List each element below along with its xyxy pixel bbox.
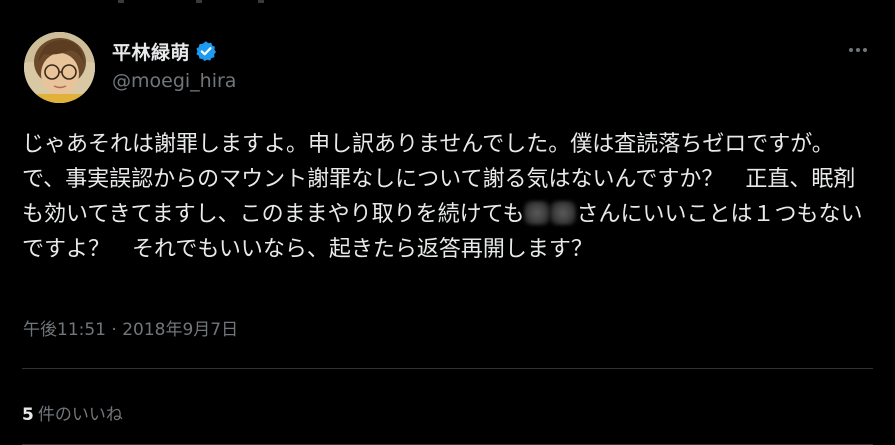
name-row: 平林緑萌 — [112, 38, 236, 64]
author-block: 平林緑萌 @moegi_hira — [112, 38, 236, 92]
tweet: 平林緑萌 @moegi_hira じゃあそれは謝罪しますよ。申し訳ありませんでし… — [0, 0, 895, 445]
tweet-text: じゃあそれは謝罪しますよ。申し訳ありませんでした。僕は査読落ちゼロですが。で、事… — [22, 127, 872, 267]
tweet-timestamp[interactable]: 午後11:51 · 2018年9月7日 — [23, 315, 238, 340]
user-handle[interactable]: @moegi_hira — [112, 70, 236, 92]
display-name[interactable]: 平林緑萌 — [112, 38, 190, 65]
user-avatar[interactable] — [24, 32, 95, 103]
divider — [22, 368, 873, 369]
redacted-blur — [524, 201, 551, 225]
redacted-blur — [550, 201, 577, 225]
likes-stat[interactable]: 5 件のいいね — [22, 400, 123, 425]
likes-label: 件のいいね — [37, 405, 123, 425]
avatar-image — [24, 32, 95, 103]
more-options-icon[interactable] — [838, 36, 878, 64]
likes-count: 5 — [22, 405, 34, 425]
verified-badge-icon[interactable] — [195, 40, 217, 62]
